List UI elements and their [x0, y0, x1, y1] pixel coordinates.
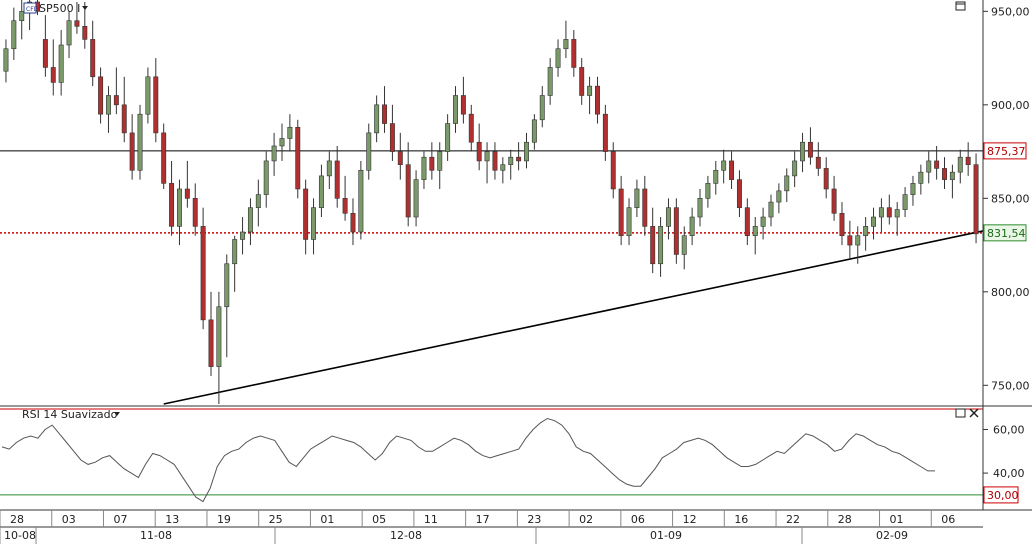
day-tick-label: 11: [424, 513, 438, 526]
price-tick-label: 750,00: [991, 379, 1030, 392]
rsi-line: [1, 417, 935, 503]
day-tick-label: 12: [683, 513, 697, 526]
price-tick-label: 850,00: [991, 192, 1030, 205]
day-tick-label: 05: [372, 513, 386, 526]
day-tick-label: 22: [786, 513, 800, 526]
candle: [973, 153, 979, 244]
day-tick-label: 16: [734, 513, 748, 526]
close-icon[interactable]: [969, 408, 979, 418]
day-tick-label: 01: [890, 513, 904, 526]
candle: [358, 160, 364, 240]
cfd-badge-text: CFD: [26, 6, 39, 13]
level-label: 831,54: [987, 227, 1026, 240]
day-tick-label: 28: [10, 513, 24, 526]
candle: [673, 198, 679, 264]
day-tick-label: 01: [320, 513, 334, 526]
price-y-axis: 950,00 900,00 850,00 800,00 750,00 875,37 831,…: [982, 0, 1030, 406]
day-tick-label: 13: [165, 513, 179, 526]
rsi-horizontal-lines: [0, 408, 983, 496]
price-panel[interactable]: [0, 0, 984, 406]
day-tick-label: 17: [476, 513, 490, 526]
day-tick-label: 06: [941, 513, 955, 526]
symbol-label[interactable]: SP500 I: [39, 2, 80, 15]
day-tick-label: 23: [527, 513, 541, 526]
trading-chart[interactable]: CFD SP500 I 950,00 900,00 850,00 800,00 750,…: [0, 0, 1032, 544]
candle: [137, 104, 143, 180]
month-tick-label: 12-08: [390, 529, 422, 542]
month-tick-labels: 10-08 11-08 12-08 01-09 02-09: [0, 527, 908, 544]
day-tick-label: 06: [631, 513, 645, 526]
rsi-level-label: 30,00: [987, 489, 1019, 502]
day-tick-label: 19: [217, 513, 231, 526]
rsi-panel[interactable]: RSI 14 Suavizado: [0, 405, 1032, 503]
time-axis[interactable]: 28 03 07 13 19 25 01 05 11 17 23 02 06 12 16 22 28 01 06 1…: [0, 509, 1032, 544]
price-tick-label: 800,00: [991, 286, 1030, 299]
month-tick-label: 01-09: [650, 529, 682, 542]
day-tick-labels: 28 03 07 13 19 25 01 05 11 17 23 02 06 12 16 22 28 01 06: [0, 510, 955, 527]
candle: [295, 119, 301, 199]
day-tick-label: 25: [269, 513, 283, 526]
day-tick-label: 28: [838, 513, 852, 526]
price-tick-label: 900,00: [991, 99, 1030, 112]
month-tick-label: 11-08: [140, 529, 172, 542]
rsi-y-axis: 30,00 60,00 40,00: [982, 406, 1025, 510]
level-label: 875,37: [987, 145, 1026, 158]
rsi-tick-label: 60,00: [993, 423, 1025, 436]
symbol-header[interactable]: CFD SP500 I: [23, 2, 88, 15]
rsi-tick-label: 40,00: [993, 467, 1025, 480]
month-tick-label: 10-08: [4, 529, 36, 542]
day-tick-label: 02: [579, 513, 593, 526]
month-tick-label: 02-09: [876, 529, 908, 542]
maximize-icon[interactable]: [955, 408, 966, 418]
day-tick-label: 07: [113, 513, 127, 526]
candle: [161, 123, 167, 189]
day-tick-label: 03: [62, 513, 76, 526]
rsi-title[interactable]: RSI 14 Suavizado: [22, 408, 118, 421]
price-tick-label: 950,00: [991, 5, 1030, 18]
